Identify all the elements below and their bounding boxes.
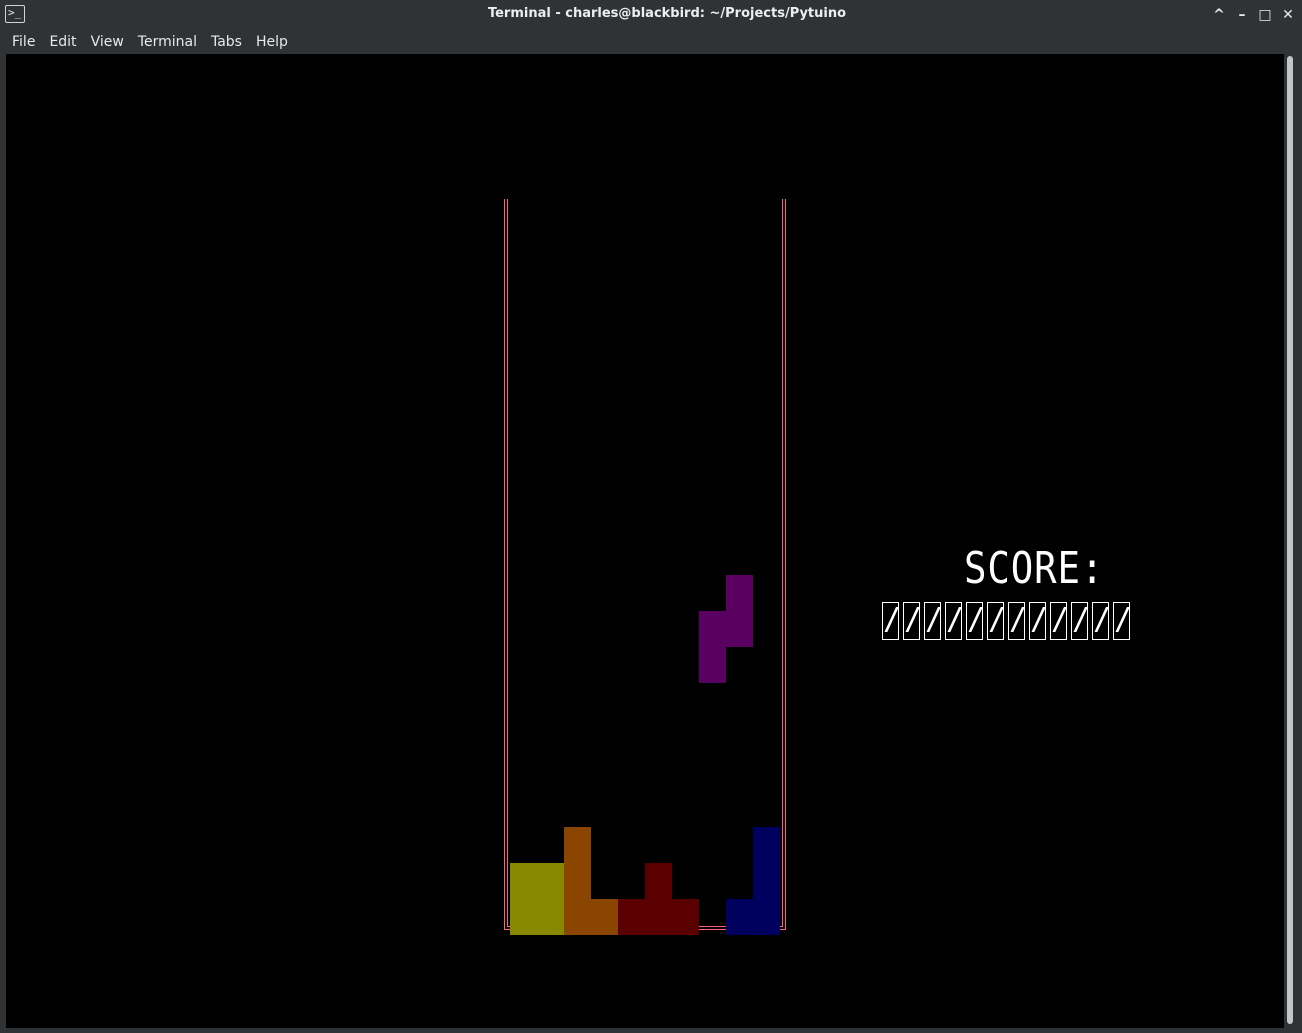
menu-bar: File Edit View Terminal Tabs Help — [0, 30, 1302, 54]
keep-above-button[interactable]: ^ — [1211, 5, 1227, 25]
terminal-app-icon[interactable]: >_ — [5, 5, 25, 23]
falling-piece-block — [699, 647, 726, 683]
stack-block — [537, 899, 564, 935]
score-digit: / — [882, 602, 899, 640]
stack-block — [564, 899, 591, 935]
stack-block — [591, 899, 618, 935]
window-controls: ^ – □ ✕ — [1211, 5, 1296, 25]
maximize-button[interactable]: □ — [1257, 5, 1273, 25]
score-digit: / — [1092, 602, 1109, 640]
stack-block — [645, 899, 672, 935]
menu-tabs[interactable]: Tabs — [204, 31, 249, 53]
score-digit: / — [924, 602, 941, 640]
stack-block — [753, 827, 780, 863]
menu-help[interactable]: Help — [249, 31, 295, 53]
falling-piece-block — [699, 611, 726, 647]
score-digit: / — [1113, 602, 1130, 640]
score-digit: / — [1071, 602, 1088, 640]
falling-piece-block — [726, 575, 753, 611]
menu-edit[interactable]: Edit — [42, 31, 83, 53]
stack-block — [726, 899, 753, 935]
score-digit: / — [987, 602, 1004, 640]
stack-block — [645, 863, 672, 899]
stack-block — [753, 899, 780, 935]
score-digit: / — [903, 602, 920, 640]
stack-block — [618, 899, 645, 935]
title-bar[interactable]: >_ Terminal - charles@blackbird: ~/Proje… — [0, 0, 1302, 30]
terminal-window: >_ Terminal - charles@blackbird: ~/Proje… — [0, 0, 1302, 1033]
stack-block — [537, 863, 564, 899]
terminal-scrollbar[interactable] — [1284, 54, 1297, 1028]
score-digit: / — [1050, 602, 1067, 640]
window-title: Terminal - charles@blackbird: ~/Projects… — [487, 6, 847, 21]
well-left-outer — [504, 199, 505, 930]
score-digit: / — [1008, 602, 1025, 640]
stack-block — [510, 899, 537, 935]
stack-block — [672, 899, 699, 935]
well-right-outer — [785, 199, 786, 930]
minimize-button[interactable]: – — [1234, 5, 1250, 25]
falling-piece-block — [726, 611, 753, 647]
well-left-inner — [507, 199, 508, 927]
score-label: SCORE: — [964, 543, 1105, 594]
score-digit: / — [1029, 602, 1046, 640]
stack-block — [564, 827, 591, 863]
menu-view[interactable]: View — [84, 31, 131, 53]
score-digit: / — [945, 602, 962, 640]
tetris-well — [504, 199, 786, 935]
close-button[interactable]: ✕ — [1280, 5, 1296, 25]
stack-block — [564, 863, 591, 899]
score-digits: //////////// — [882, 602, 1130, 640]
terminal-output[interactable]: SCORE: //////////// — [6, 54, 1284, 1028]
well-right-inner — [782, 199, 783, 927]
menu-terminal[interactable]: Terminal — [131, 31, 204, 53]
menu-file[interactable]: File — [5, 31, 42, 53]
stack-block — [753, 863, 780, 899]
score-digit: / — [966, 602, 983, 640]
stack-block — [510, 863, 537, 899]
scrollbar-thumb[interactable] — [1287, 56, 1293, 1024]
